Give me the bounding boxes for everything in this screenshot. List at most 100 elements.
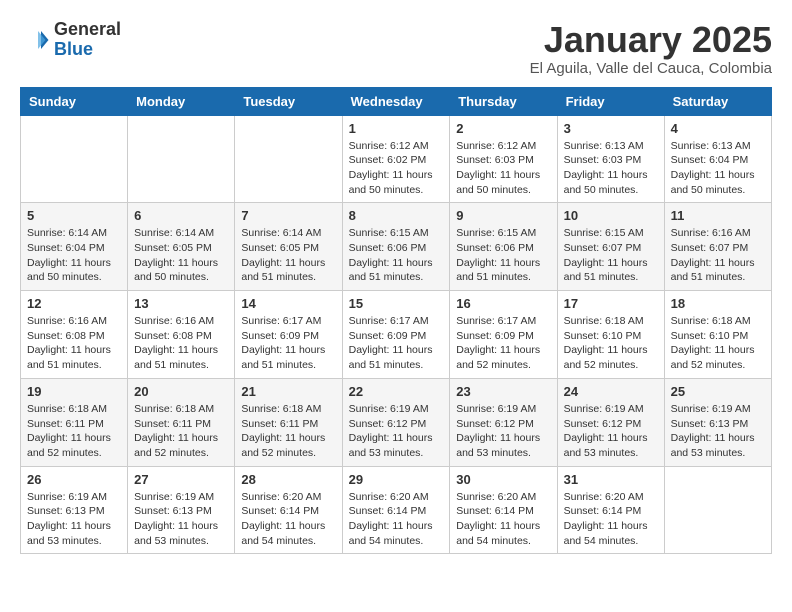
calendar-cell (21, 115, 128, 203)
day-info: Sunrise: 6:19 AMSunset: 6:12 PMDaylight:… (349, 402, 444, 461)
calendar-week-row: 12 Sunrise: 6:16 AMSunset: 6:08 PMDaylig… (21, 291, 772, 379)
calendar-cell (235, 115, 342, 203)
day-info: Sunrise: 6:17 AMSunset: 6:09 PMDaylight:… (241, 314, 335, 373)
day-info: Sunrise: 6:17 AMSunset: 6:09 PMDaylight:… (349, 314, 444, 373)
day-number: 12 (27, 296, 121, 311)
day-number: 16 (456, 296, 550, 311)
weekday-header-tuesday: Tuesday (235, 87, 342, 115)
calendar-cell: 3 Sunrise: 6:13 AMSunset: 6:03 PMDayligh… (557, 115, 664, 203)
calendar-cell: 13 Sunrise: 6:16 AMSunset: 6:08 PMDaylig… (128, 291, 235, 379)
day-number: 31 (564, 472, 658, 487)
day-info: Sunrise: 6:18 AMSunset: 6:11 PMDaylight:… (27, 402, 121, 461)
day-number: 25 (671, 384, 765, 399)
calendar-cell: 28 Sunrise: 6:20 AMSunset: 6:14 PMDaylig… (235, 466, 342, 554)
logo-general-text: General (54, 20, 121, 40)
day-number: 18 (671, 296, 765, 311)
day-info: Sunrise: 6:19 AMSunset: 6:13 PMDaylight:… (671, 402, 765, 461)
calendar-cell: 2 Sunrise: 6:12 AMSunset: 6:03 PMDayligh… (450, 115, 557, 203)
day-number: 3 (564, 121, 658, 136)
month-title: January 2025 (530, 20, 772, 60)
calendar-cell: 27 Sunrise: 6:19 AMSunset: 6:13 PMDaylig… (128, 466, 235, 554)
day-number: 9 (456, 208, 550, 223)
calendar-cell: 17 Sunrise: 6:18 AMSunset: 6:10 PMDaylig… (557, 291, 664, 379)
calendar-cell: 29 Sunrise: 6:20 AMSunset: 6:14 PMDaylig… (342, 466, 450, 554)
calendar-cell: 7 Sunrise: 6:14 AMSunset: 6:05 PMDayligh… (235, 203, 342, 291)
day-number: 29 (349, 472, 444, 487)
weekday-header-friday: Friday (557, 87, 664, 115)
calendar-cell: 10 Sunrise: 6:15 AMSunset: 6:07 PMDaylig… (557, 203, 664, 291)
day-info: Sunrise: 6:16 AMSunset: 6:08 PMDaylight:… (134, 314, 228, 373)
calendar-cell: 5 Sunrise: 6:14 AMSunset: 6:04 PMDayligh… (21, 203, 128, 291)
calendar-cell: 19 Sunrise: 6:18 AMSunset: 6:11 PMDaylig… (21, 378, 128, 466)
calendar-cell: 14 Sunrise: 6:17 AMSunset: 6:09 PMDaylig… (235, 291, 342, 379)
day-number: 17 (564, 296, 658, 311)
day-info: Sunrise: 6:14 AMSunset: 6:05 PMDaylight:… (241, 226, 335, 285)
day-number: 15 (349, 296, 444, 311)
day-info: Sunrise: 6:15 AMSunset: 6:06 PMDaylight:… (349, 226, 444, 285)
day-number: 24 (564, 384, 658, 399)
calendar-cell: 6 Sunrise: 6:14 AMSunset: 6:05 PMDayligh… (128, 203, 235, 291)
day-info: Sunrise: 6:13 AMSunset: 6:03 PMDaylight:… (564, 139, 658, 198)
day-info: Sunrise: 6:14 AMSunset: 6:05 PMDaylight:… (134, 226, 228, 285)
logo: General Blue (20, 20, 121, 60)
day-number: 27 (134, 472, 228, 487)
day-number: 4 (671, 121, 765, 136)
day-number: 23 (456, 384, 550, 399)
day-info: Sunrise: 6:18 AMSunset: 6:11 PMDaylight:… (241, 402, 335, 461)
day-info: Sunrise: 6:19 AMSunset: 6:12 PMDaylight:… (456, 402, 550, 461)
calendar-cell (128, 115, 235, 203)
weekday-header-row: SundayMondayTuesdayWednesdayThursdayFrid… (21, 87, 772, 115)
day-number: 26 (27, 472, 121, 487)
calendar-table: SundayMondayTuesdayWednesdayThursdayFrid… (20, 87, 772, 555)
day-info: Sunrise: 6:17 AMSunset: 6:09 PMDaylight:… (456, 314, 550, 373)
day-info: Sunrise: 6:19 AMSunset: 6:12 PMDaylight:… (564, 402, 658, 461)
calendar-cell: 30 Sunrise: 6:20 AMSunset: 6:14 PMDaylig… (450, 466, 557, 554)
day-number: 20 (134, 384, 228, 399)
calendar-cell: 20 Sunrise: 6:18 AMSunset: 6:11 PMDaylig… (128, 378, 235, 466)
day-number: 1 (349, 121, 444, 136)
calendar-cell (664, 466, 771, 554)
weekday-header-wednesday: Wednesday (342, 87, 450, 115)
day-info: Sunrise: 6:18 AMSunset: 6:10 PMDaylight:… (671, 314, 765, 373)
calendar-week-row: 5 Sunrise: 6:14 AMSunset: 6:04 PMDayligh… (21, 203, 772, 291)
day-number: 6 (134, 208, 228, 223)
day-number: 19 (27, 384, 121, 399)
calendar-cell: 1 Sunrise: 6:12 AMSunset: 6:02 PMDayligh… (342, 115, 450, 203)
calendar-week-row: 26 Sunrise: 6:19 AMSunset: 6:13 PMDaylig… (21, 466, 772, 554)
day-info: Sunrise: 6:15 AMSunset: 6:06 PMDaylight:… (456, 226, 550, 285)
page-header: General Blue January 2025 El Aguila, Val… (20, 20, 772, 77)
title-area: January 2025 El Aguila, Valle del Cauca,… (530, 20, 772, 77)
weekday-header-monday: Monday (128, 87, 235, 115)
day-info: Sunrise: 6:12 AMSunset: 6:02 PMDaylight:… (349, 139, 444, 198)
day-number: 8 (349, 208, 444, 223)
day-info: Sunrise: 6:20 AMSunset: 6:14 PMDaylight:… (564, 490, 658, 549)
logo-text: General Blue (54, 20, 121, 60)
calendar-cell: 24 Sunrise: 6:19 AMSunset: 6:12 PMDaylig… (557, 378, 664, 466)
day-info: Sunrise: 6:19 AMSunset: 6:13 PMDaylight:… (27, 490, 121, 549)
weekday-header-saturday: Saturday (664, 87, 771, 115)
calendar-week-row: 1 Sunrise: 6:12 AMSunset: 6:02 PMDayligh… (21, 115, 772, 203)
day-info: Sunrise: 6:20 AMSunset: 6:14 PMDaylight:… (456, 490, 550, 549)
day-info: Sunrise: 6:12 AMSunset: 6:03 PMDaylight:… (456, 139, 550, 198)
day-number: 5 (27, 208, 121, 223)
calendar-cell: 21 Sunrise: 6:18 AMSunset: 6:11 PMDaylig… (235, 378, 342, 466)
day-number: 10 (564, 208, 658, 223)
calendar-cell: 26 Sunrise: 6:19 AMSunset: 6:13 PMDaylig… (21, 466, 128, 554)
day-info: Sunrise: 6:16 AMSunset: 6:07 PMDaylight:… (671, 226, 765, 285)
day-number: 11 (671, 208, 765, 223)
day-info: Sunrise: 6:20 AMSunset: 6:14 PMDaylight:… (241, 490, 335, 549)
calendar-cell: 31 Sunrise: 6:20 AMSunset: 6:14 PMDaylig… (557, 466, 664, 554)
calendar-cell: 16 Sunrise: 6:17 AMSunset: 6:09 PMDaylig… (450, 291, 557, 379)
day-number: 28 (241, 472, 335, 487)
logo-icon (20, 25, 50, 55)
day-info: Sunrise: 6:13 AMSunset: 6:04 PMDaylight:… (671, 139, 765, 198)
day-number: 2 (456, 121, 550, 136)
day-number: 30 (456, 472, 550, 487)
calendar-week-row: 19 Sunrise: 6:18 AMSunset: 6:11 PMDaylig… (21, 378, 772, 466)
day-info: Sunrise: 6:20 AMSunset: 6:14 PMDaylight:… (349, 490, 444, 549)
weekday-header-sunday: Sunday (21, 87, 128, 115)
day-number: 7 (241, 208, 335, 223)
day-info: Sunrise: 6:18 AMSunset: 6:10 PMDaylight:… (564, 314, 658, 373)
calendar-cell: 8 Sunrise: 6:15 AMSunset: 6:06 PMDayligh… (342, 203, 450, 291)
calendar-cell: 9 Sunrise: 6:15 AMSunset: 6:06 PMDayligh… (450, 203, 557, 291)
